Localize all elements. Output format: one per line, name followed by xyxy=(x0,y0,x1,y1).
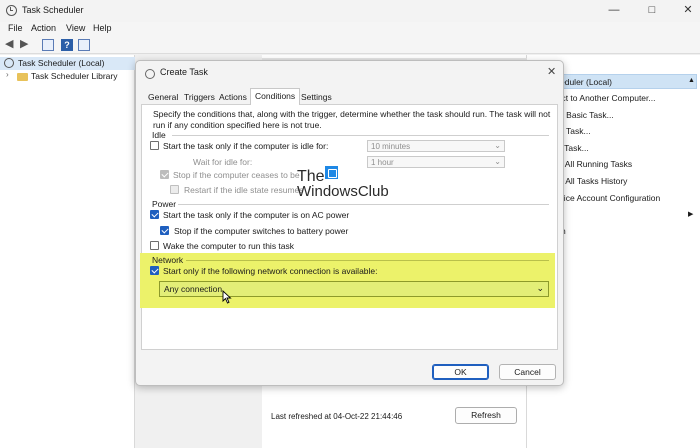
action-service-account[interactable]: ervice Account Configuration xyxy=(552,193,660,203)
tab-settings[interactable]: Settings xyxy=(297,90,336,105)
close-icon[interactable]: ✕ xyxy=(680,3,696,17)
stop-not-idle-checkbox[interactable] xyxy=(160,170,169,179)
menu-action[interactable]: Action xyxy=(31,23,56,33)
clock-icon xyxy=(6,5,17,16)
menu-file[interactable]: File xyxy=(8,23,23,33)
wake-label: Wake the computer to run this task xyxy=(163,241,295,251)
minimize-icon[interactable]: — xyxy=(606,3,622,17)
restart-idle-checkbox[interactable] xyxy=(170,185,179,194)
forward-arrow-icon[interactable]: ▶ xyxy=(20,37,28,50)
idle-label: Start the task only if the computer is i… xyxy=(163,141,329,151)
wait-idle-select[interactable]: 1 hour ⌄ xyxy=(367,156,505,168)
idle-duration-value: 10 minutes xyxy=(371,142,411,151)
chevron-down-icon: ⌄ xyxy=(494,141,501,150)
collapse-up-icon[interactable]: ▲ xyxy=(688,77,695,84)
ok-button[interactable]: OK xyxy=(432,364,489,380)
chevron-down-icon: ⌄ xyxy=(494,157,501,166)
clock-icon xyxy=(4,58,14,68)
cancel-button[interactable]: Cancel xyxy=(499,364,556,380)
windows-club-logo-icon xyxy=(325,166,338,179)
submenu-arrow-icon: ▶ xyxy=(688,211,694,218)
chevron-down-icon: ⌄ xyxy=(536,283,544,293)
stop-not-idle-label: Stop if the computer ceases to be xyxy=(173,170,300,180)
battery-checkbox[interactable] xyxy=(160,226,169,235)
section-power: Power xyxy=(152,199,177,209)
ac-power-checkbox[interactable] xyxy=(150,210,159,219)
network-connection-value: Any connection xyxy=(164,284,223,294)
divider xyxy=(186,260,549,261)
tab-conditions[interactable]: Conditions xyxy=(250,88,301,105)
idle-duration-select[interactable]: 10 minutes ⌄ xyxy=(367,140,505,152)
navigation-tree: Task Scheduler (Local) › Task Scheduler … xyxy=(0,55,135,448)
tree-item-library[interactable]: › Task Scheduler Library xyxy=(0,70,135,83)
divider xyxy=(178,204,549,205)
back-arrow-icon[interactable]: ◀ xyxy=(5,37,13,50)
chevron-right-icon[interactable]: › xyxy=(6,70,9,79)
tab-actions[interactable]: Actions xyxy=(215,90,251,105)
restart-idle-label: Restart if the idle state resumes xyxy=(184,185,304,195)
title-bar: Task Scheduler — □ ✕ xyxy=(0,0,700,22)
last-refreshed-text: Last refreshed at 04-Oct-22 21:44:46 xyxy=(271,412,403,421)
section-network: Network xyxy=(152,255,184,265)
dialog-title: Create Task xyxy=(160,67,208,77)
ac-power-label: Start the task only if the computer is o… xyxy=(163,210,350,220)
wait-idle-value: 1 hour xyxy=(371,158,394,167)
tab-triggers[interactable]: Triggers xyxy=(180,90,219,105)
close-icon[interactable]: ✕ xyxy=(547,65,556,78)
menu-view[interactable]: View xyxy=(66,23,85,33)
toolbar: ◀ ▶ ? xyxy=(0,36,700,54)
menu-help[interactable]: Help xyxy=(93,23,112,33)
battery-label: Stop if the computer switches to battery… xyxy=(174,226,349,236)
tree-item-label: Task Scheduler (Local) xyxy=(18,58,105,68)
tree-item-local[interactable]: Task Scheduler (Local) xyxy=(0,57,135,70)
refresh-button[interactable]: Refresh xyxy=(455,407,517,424)
network-label: Start only if the following network conn… xyxy=(163,266,378,276)
window-title: Task Scheduler xyxy=(22,5,84,15)
menu-bar: File Action View Help xyxy=(0,22,700,36)
help-icon[interactable]: ? xyxy=(61,39,73,51)
description-line-1: Specify the conditions that, along with … xyxy=(153,109,551,119)
divider xyxy=(172,135,549,136)
wake-checkbox[interactable] xyxy=(150,241,159,250)
watermark-line-2: WindowsClub xyxy=(297,183,389,200)
tab-general[interactable]: General xyxy=(144,90,182,105)
network-checkbox[interactable] xyxy=(150,266,159,275)
folder-icon xyxy=(17,73,28,81)
network-connection-select[interactable]: Any connection ⌄ xyxy=(159,281,549,297)
idle-checkbox[interactable] xyxy=(150,141,159,150)
description-line-2: run if any condition specified here is n… xyxy=(153,120,322,130)
tree-item-label: Task Scheduler Library xyxy=(31,71,118,81)
maximize-icon[interactable]: □ xyxy=(644,3,660,17)
section-idle: Idle xyxy=(152,130,166,140)
action-display-running[interactable]: lay All Running Tasks xyxy=(552,159,632,169)
mouse-cursor-icon xyxy=(222,290,232,304)
action-connect[interactable]: nect to Another Computer... xyxy=(552,93,655,103)
wait-idle-label: Wait for idle for: xyxy=(193,157,253,167)
show-hide-tree-icon[interactable] xyxy=(42,39,54,51)
show-action-pane-icon[interactable] xyxy=(78,39,90,51)
clock-icon xyxy=(145,69,155,79)
